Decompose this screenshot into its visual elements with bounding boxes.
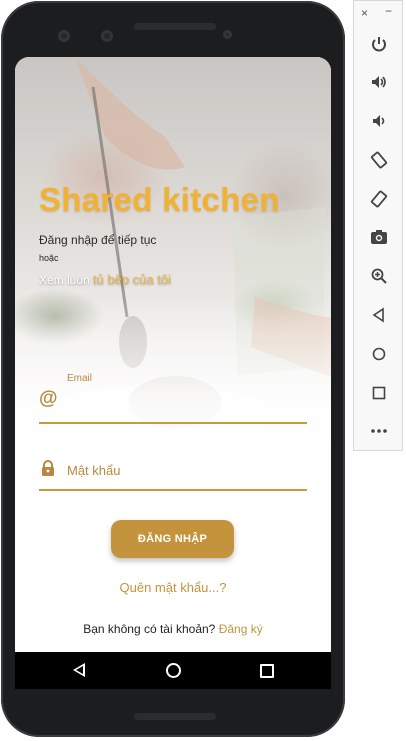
proximity-sensor-icon xyxy=(223,30,232,39)
zoom-icon[interactable] xyxy=(366,263,392,289)
password-underline xyxy=(39,489,307,491)
close-icon[interactable]: × xyxy=(361,6,368,20)
volume-down-icon[interactable] xyxy=(366,108,392,134)
password-field[interactable] xyxy=(65,458,309,482)
top-speaker xyxy=(134,23,216,30)
browse-prefix: Xem luôn xyxy=(39,273,94,287)
back-icon[interactable] xyxy=(73,663,85,677)
rotate-left-icon[interactable] xyxy=(366,147,392,173)
volume-up-icon[interactable] xyxy=(366,69,392,95)
recents-icon[interactable] xyxy=(260,664,274,678)
signup-prompt: Bạn không có tài khoản? xyxy=(83,622,216,636)
browse-kitchen-link[interactable]: tủ bếp của tôi xyxy=(93,272,171,287)
bottom-speaker xyxy=(134,713,216,720)
overview-icon[interactable] xyxy=(366,380,392,406)
email-field[interactable] xyxy=(65,390,309,416)
home-icon[interactable] xyxy=(166,663,181,678)
email-underline xyxy=(39,422,307,424)
browse-kitchen-row: Xem luôn tủ bếp của tôi xyxy=(39,272,171,287)
app-screen: Shared kitchen Đăng nhập để tiếp tục hoặ… xyxy=(15,57,331,689)
email-label: Email xyxy=(67,373,93,384)
camera-icon[interactable] xyxy=(366,224,392,250)
login-subtitle: Đăng nhập để tiếp tục xyxy=(39,233,157,247)
signup-row: Bạn không có tài khoản? Đăng ký xyxy=(15,622,331,636)
minimize-icon[interactable]: − xyxy=(385,4,392,18)
app-title: Shared kitchen xyxy=(39,181,280,218)
signup-link[interactable]: Đăng ký xyxy=(219,622,263,636)
sensor-icon xyxy=(101,30,113,42)
login-button[interactable]: ĐĂNG NHẬP xyxy=(111,520,234,558)
power-icon[interactable] xyxy=(366,31,392,57)
more-icon[interactable] xyxy=(366,418,392,444)
emulator-toolbar: × − xyxy=(353,0,403,451)
android-nav-bar xyxy=(15,652,331,689)
front-camera-icon xyxy=(58,30,70,42)
lock-icon xyxy=(42,460,54,476)
forgot-password-link[interactable]: Quên mật khẩu...? xyxy=(15,580,331,595)
at-sign-icon: @ xyxy=(39,388,58,409)
home-icon[interactable] xyxy=(366,341,392,367)
or-text: hoặc xyxy=(39,253,59,263)
back-icon[interactable] xyxy=(366,302,392,328)
rotate-right-icon[interactable] xyxy=(366,186,392,212)
